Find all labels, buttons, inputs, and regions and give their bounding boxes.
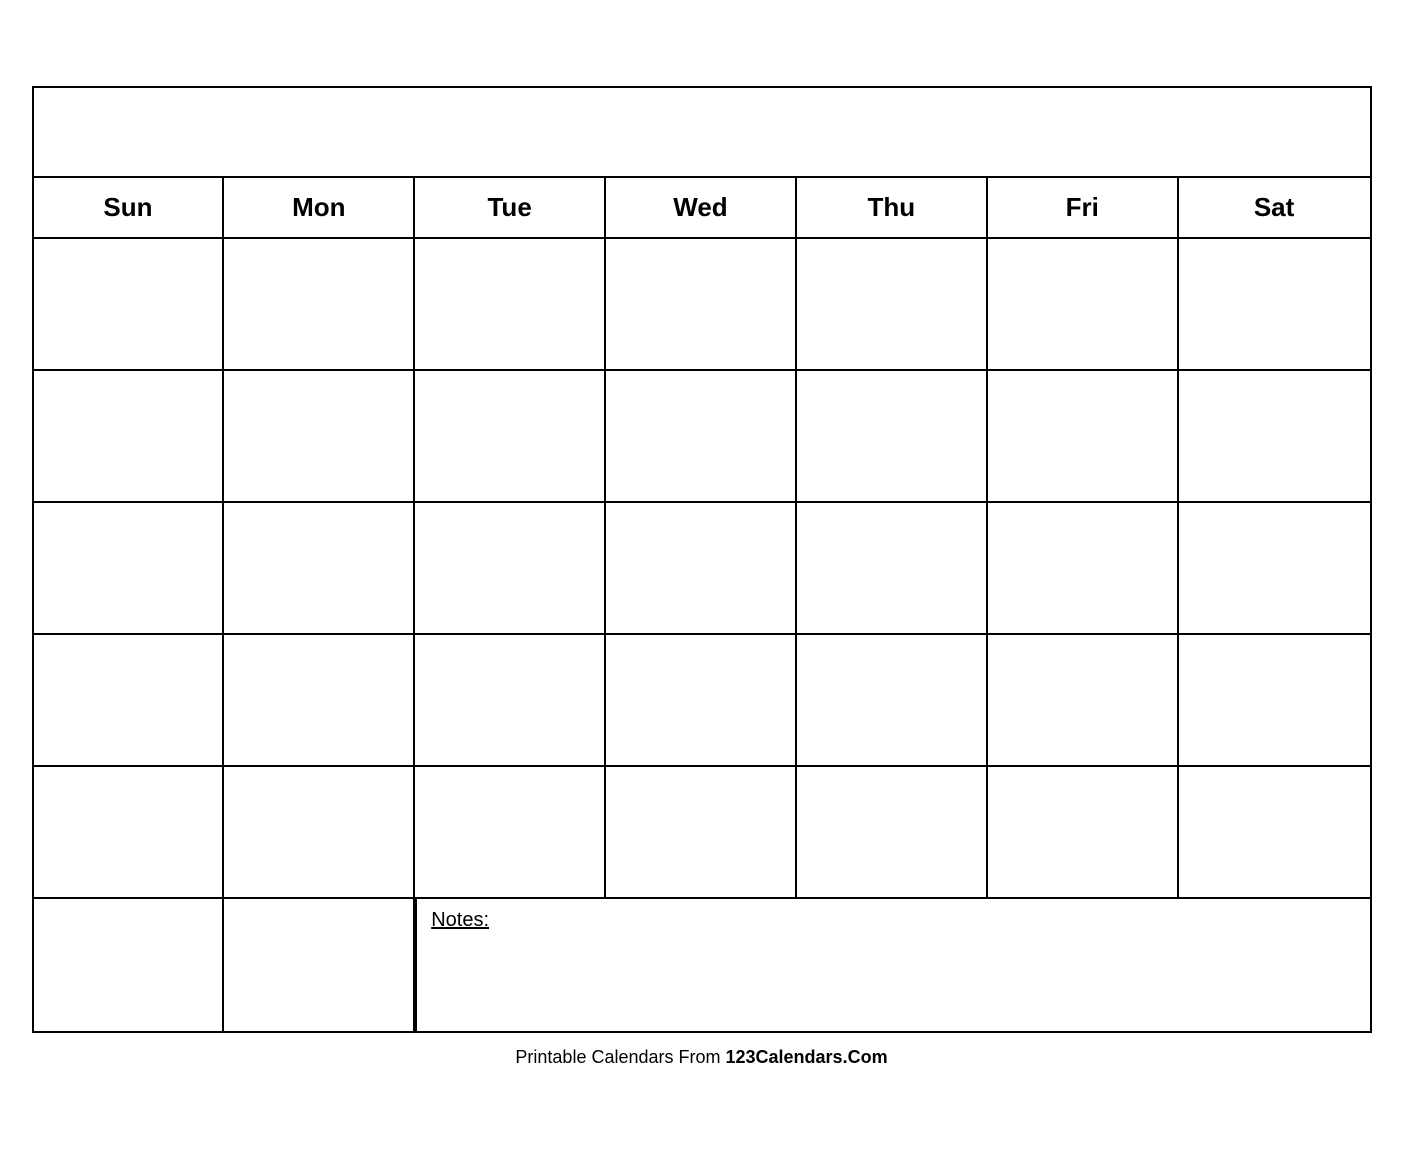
footer-text-bold: 123Calendars.Com [726, 1047, 888, 1067]
cell-1-4[interactable] [606, 239, 797, 369]
cell-3-4[interactable] [606, 503, 797, 633]
cell-2-1[interactable] [34, 371, 225, 501]
cell-1-6[interactable] [988, 239, 1179, 369]
header-wed: Wed [606, 178, 797, 237]
cell-5-2[interactable] [224, 767, 415, 897]
cell-3-3[interactable] [415, 503, 606, 633]
cell-3-1[interactable] [34, 503, 225, 633]
calendar-row-1 [34, 239, 1370, 371]
cell-2-7[interactable] [1179, 371, 1370, 501]
cell-2-3[interactable] [415, 371, 606, 501]
cell-1-3[interactable] [415, 239, 606, 369]
cell-3-5[interactable] [797, 503, 988, 633]
calendar-header: Sun Mon Tue Wed Thu Fri Sat [34, 178, 1370, 239]
cell-5-6[interactable] [988, 767, 1179, 897]
footer-text-normal: Printable Calendars From [515, 1047, 725, 1067]
calendar-row-3 [34, 503, 1370, 635]
calendar-container: Sun Mon Tue Wed Thu Fri Sat [32, 86, 1372, 1033]
header-tue: Tue [415, 178, 606, 237]
cell-4-1[interactable] [34, 635, 225, 765]
notes-cell-2[interactable] [224, 899, 415, 1031]
header-sun: Sun [34, 178, 225, 237]
notes-row: Notes: [34, 899, 1370, 1031]
cell-5-4[interactable] [606, 767, 797, 897]
calendar-row-5 [34, 767, 1370, 899]
cell-5-5[interactable] [797, 767, 988, 897]
cell-3-2[interactable] [224, 503, 415, 633]
page-wrapper: Sun Mon Tue Wed Thu Fri Sat [32, 86, 1372, 1068]
footer: Printable Calendars From 123Calendars.Co… [32, 1047, 1372, 1068]
cell-3-6[interactable] [988, 503, 1179, 633]
cell-3-7[interactable] [1179, 503, 1370, 633]
cell-4-2[interactable] [224, 635, 415, 765]
cell-5-1[interactable] [34, 767, 225, 897]
cell-1-2[interactable] [224, 239, 415, 369]
header-sat: Sat [1179, 178, 1370, 237]
cell-4-4[interactable] [606, 635, 797, 765]
notes-area[interactable]: Notes: [415, 899, 1369, 1031]
calendar-title-row [34, 88, 1370, 178]
calendar-row-2 [34, 371, 1370, 503]
cell-2-2[interactable] [224, 371, 415, 501]
calendar-row-4 [34, 635, 1370, 767]
cell-4-6[interactable] [988, 635, 1179, 765]
cell-1-5[interactable] [797, 239, 988, 369]
cell-1-1[interactable] [34, 239, 225, 369]
header-fri: Fri [988, 178, 1179, 237]
cell-5-7[interactable] [1179, 767, 1370, 897]
cell-2-6[interactable] [988, 371, 1179, 501]
header-mon: Mon [224, 178, 415, 237]
cell-5-3[interactable] [415, 767, 606, 897]
cell-2-4[interactable] [606, 371, 797, 501]
cell-4-3[interactable] [415, 635, 606, 765]
calendar-body: Notes: [34, 239, 1370, 1031]
cell-2-5[interactable] [797, 371, 988, 501]
header-thu: Thu [797, 178, 988, 237]
cell-1-7[interactable] [1179, 239, 1370, 369]
cell-4-5[interactable] [797, 635, 988, 765]
notes-label: Notes: [431, 909, 489, 931]
cell-4-7[interactable] [1179, 635, 1370, 765]
notes-cell-1[interactable] [34, 899, 225, 1031]
